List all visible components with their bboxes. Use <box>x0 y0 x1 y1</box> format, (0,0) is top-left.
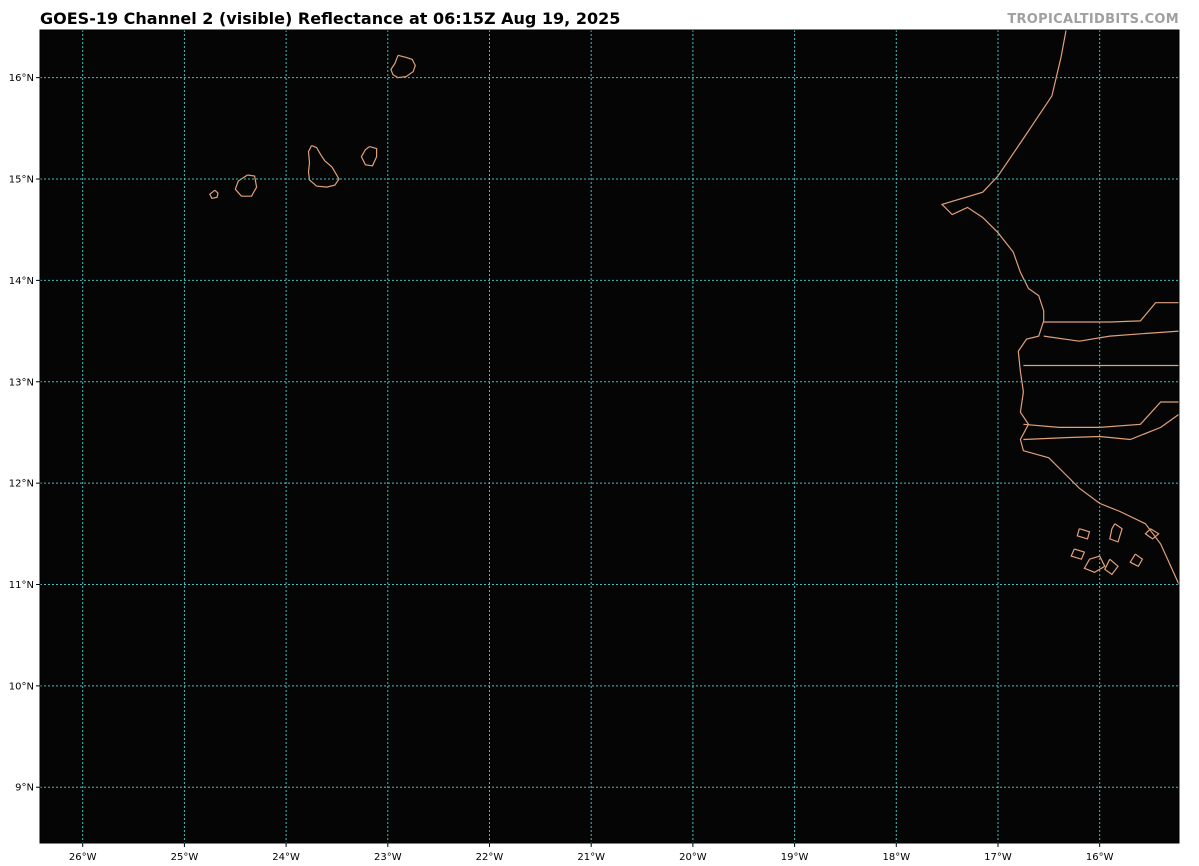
longitude-tick-labels: 26°W 25°W 24°W 23°W 22°W 21°W 20°W 19°W 18°W 17°W… <box>69 843 1114 863</box>
x-tick-label: 19°W <box>781 852 809 863</box>
y-tick-label: 11°N <box>9 580 34 591</box>
y-tick-label: 12°N <box>9 479 34 490</box>
y-tick-label: 14°N <box>9 276 34 287</box>
satellite-map[interactable]: 26°W 25°W 24°W 23°W 22°W 21°W 20°W 19°W 18°W 17°W… <box>0 0 1199 866</box>
y-tick-label: 13°N <box>9 377 34 388</box>
x-tick-label: 23°W <box>374 852 402 863</box>
x-tick-label: 17°W <box>984 852 1012 863</box>
y-tick-label: 16°N <box>9 73 34 84</box>
x-tick-label: 22°W <box>476 852 504 863</box>
y-tick-label: 15°N <box>9 175 34 186</box>
x-tick-label: 25°W <box>171 852 199 863</box>
x-tick-label: 16°W <box>1086 852 1114 863</box>
y-tick-label: 10°N <box>9 681 34 692</box>
x-tick-label: 21°W <box>577 852 605 863</box>
x-tick-label: 20°W <box>679 852 707 863</box>
x-tick-label: 18°W <box>882 852 910 863</box>
latitude-tick-labels: 16°N 15°N 14°N 13°N 12°N 11°N 10°N 9°N <box>9 73 40 794</box>
y-tick-label: 9°N <box>15 783 34 794</box>
x-tick-label: 24°W <box>272 852 300 863</box>
map-background <box>40 30 1179 843</box>
x-tick-label: 26°W <box>69 852 97 863</box>
